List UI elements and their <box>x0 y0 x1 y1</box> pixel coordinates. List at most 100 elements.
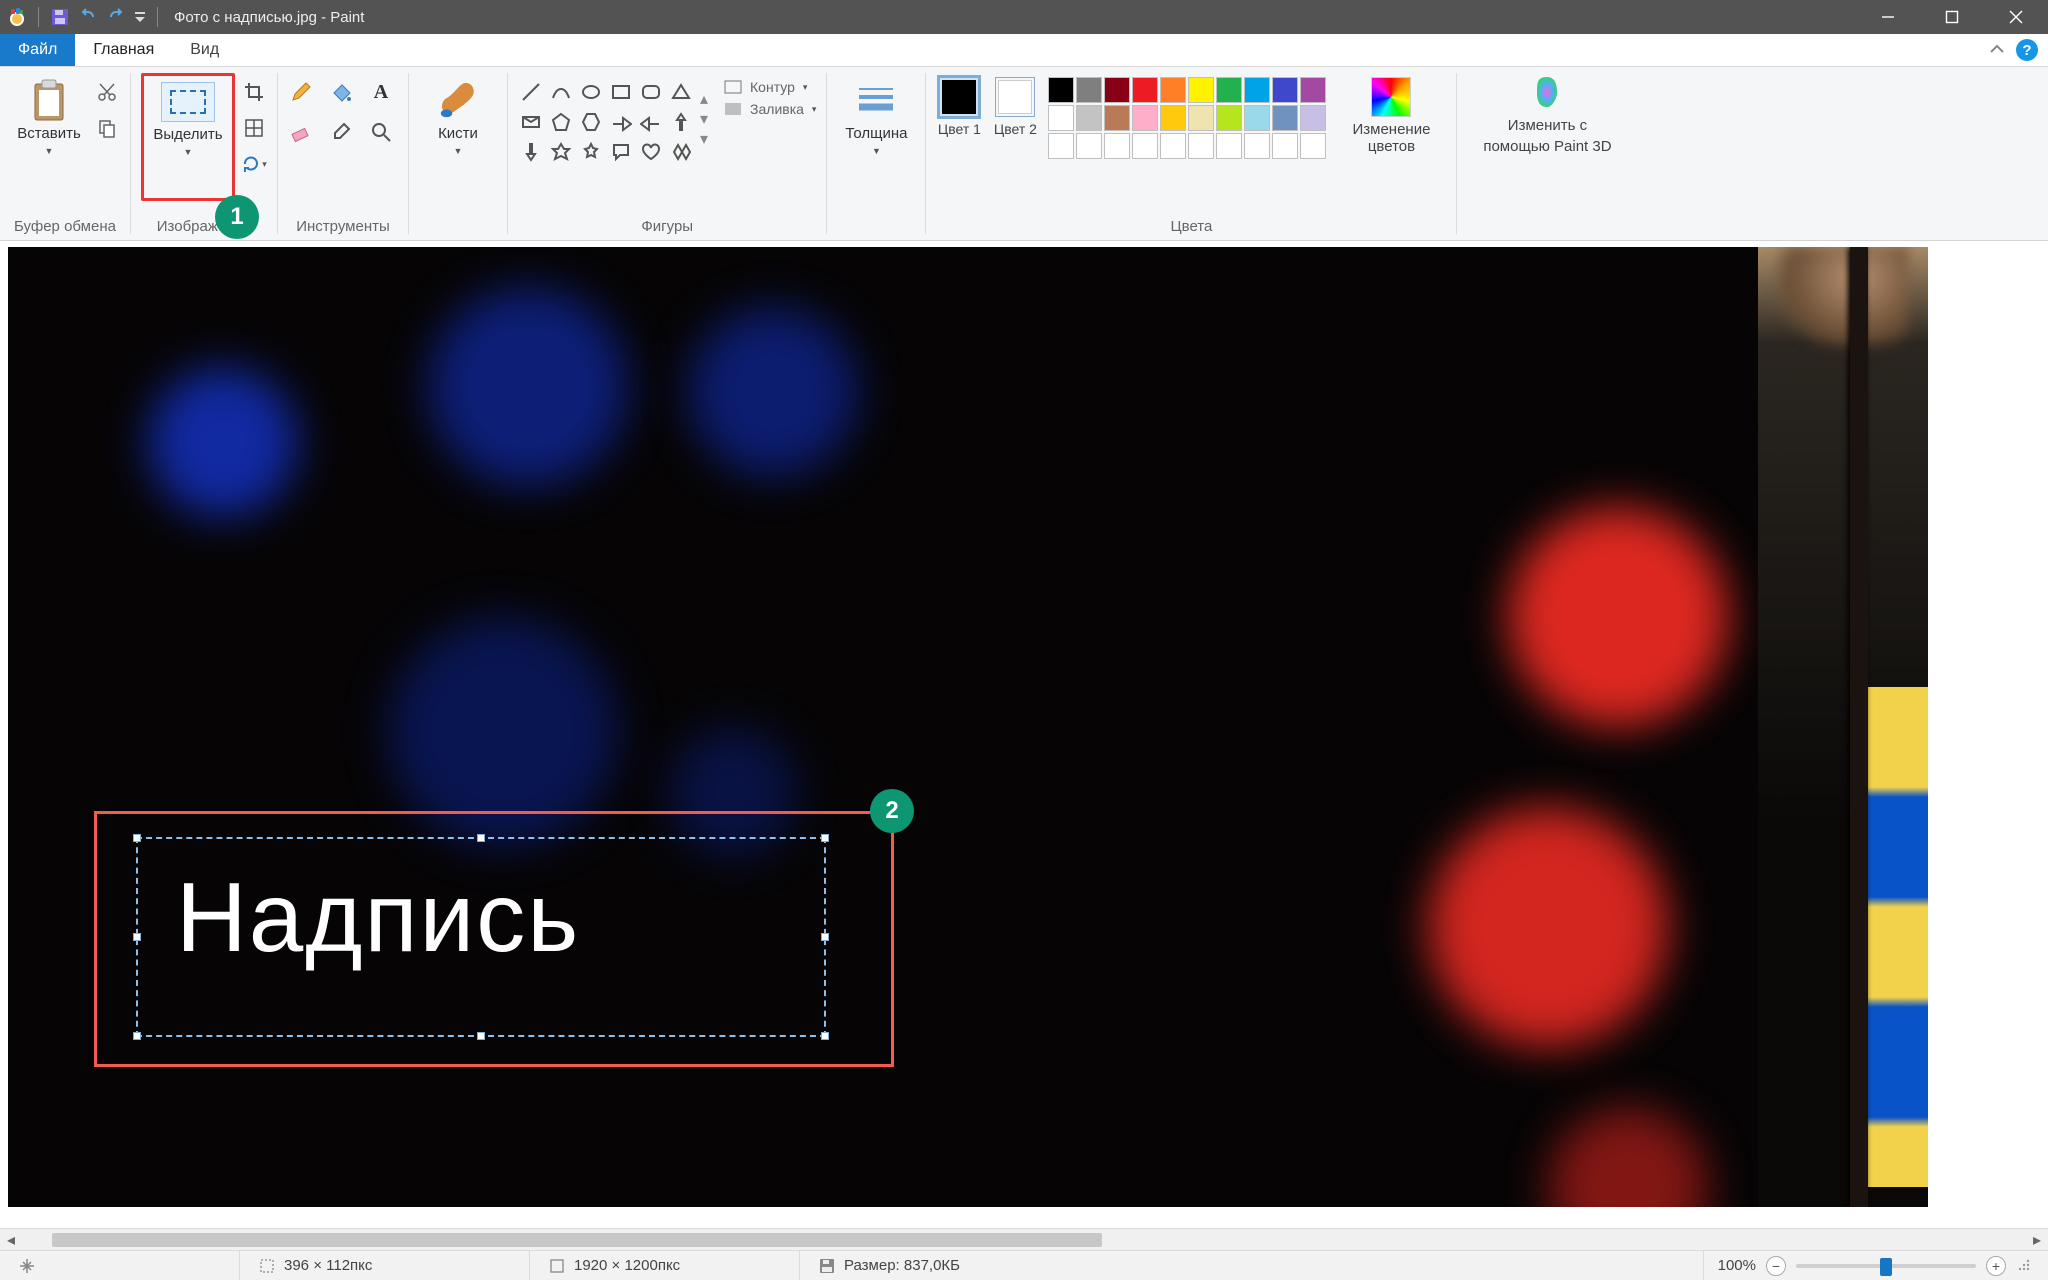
scroll-left-icon[interactable]: ◂ <box>0 1229 22 1251</box>
palette-swatch[interactable] <box>1048 105 1074 131</box>
scroll-right-icon[interactable]: ▸ <box>2026 1229 2048 1251</box>
palette-swatch-empty[interactable] <box>1300 133 1326 159</box>
ribbon: Вставить ▼ Буфер обмена Выделить ▼ <box>0 67 2048 241</box>
shape-gallery[interactable] <box>518 73 694 165</box>
group-tools-label: Инструменты <box>296 212 390 240</box>
magnifier-icon[interactable] <box>368 119 394 145</box>
status-bar: 396 × 112пкс 1920 × 1200пкс Размер: 837,… <box>0 1250 2048 1280</box>
group-tools: A Инструменты <box>278 67 408 240</box>
work-area: Надпись 2 <box>0 241 2048 1228</box>
palette-swatch[interactable] <box>1300 105 1326 131</box>
shape-scroll-up-icon[interactable]: ▴ <box>700 89 708 109</box>
shape-scroll-down-icon[interactable]: ▾ <box>700 109 708 129</box>
palette-swatch[interactable] <box>1076 77 1102 103</box>
group-thickness: Толщина ▼ . <box>827 67 925 240</box>
palette-swatch[interactable] <box>1104 105 1130 131</box>
thickness-button[interactable]: Толщина ▼ <box>837 73 915 201</box>
palette-swatch[interactable] <box>1188 105 1214 131</box>
palette-swatch[interactable] <box>1300 77 1326 103</box>
color2-button[interactable]: Цвет 2 <box>992 77 1038 137</box>
palette-swatch-empty[interactable] <box>1272 133 1298 159</box>
palette-swatch[interactable] <box>1048 77 1074 103</box>
scroll-thumb[interactable] <box>52 1233 1102 1247</box>
image-edge <box>1758 247 1928 1207</box>
zoom-in-button[interactable]: + <box>1986 1256 2006 1276</box>
chevron-down-icon: ▼ <box>184 147 193 157</box>
picker-icon[interactable] <box>328 119 354 145</box>
eraser-icon[interactable] <box>288 119 314 145</box>
status-file-size: Размер: 837,0КБ <box>800 1251 1704 1280</box>
palette-swatch[interactable] <box>1104 77 1130 103</box>
palette-swatch[interactable] <box>1132 77 1158 103</box>
zoom-out-button[interactable]: − <box>1766 1256 1786 1276</box>
palette-swatch[interactable] <box>1076 105 1102 131</box>
rainbow-icon <box>1371 77 1411 117</box>
horizontal-scrollbar[interactable]: ◂ ▸ <box>0 1228 2048 1250</box>
select-label: Выделить <box>153 126 222 143</box>
resize-icon[interactable] <box>241 115 267 141</box>
annotation-badge-2: 2 <box>870 789 914 833</box>
palette-swatch-empty[interactable] <box>1104 133 1130 159</box>
group-image: Выделить ▼ ▾ Изображение 1 <box>131 67 277 240</box>
edit-colors-button[interactable]: Изменение цветов <box>1336 77 1446 155</box>
chevron-down-icon: ▼ <box>45 146 54 156</box>
save-icon[interactable] <box>49 6 71 28</box>
cut-icon[interactable] <box>94 79 120 105</box>
help-button[interactable]: ? <box>2016 39 2038 61</box>
paste-button[interactable]: Вставить ▼ <box>10 73 88 201</box>
palette-swatch[interactable] <box>1188 77 1214 103</box>
rotate-icon[interactable]: ▾ <box>241 151 267 177</box>
brushes-button[interactable]: Кисти ▼ <box>419 73 497 201</box>
paint3d-button[interactable]: Изменить с помощью Paint 3D <box>1467 73 1627 155</box>
palette-swatch-empty[interactable] <box>1048 133 1074 159</box>
palette-swatch-empty[interactable] <box>1076 133 1102 159</box>
fill-icon[interactable] <box>328 79 354 105</box>
close-button[interactable] <box>1984 0 2048 34</box>
undo-icon[interactable] <box>77 6 99 28</box>
palette-swatch[interactable] <box>1160 105 1186 131</box>
title-bar: Фото с надписью.jpg - Paint <box>0 0 2048 34</box>
fill-button[interactable]: Заливка▾ <box>724 101 816 117</box>
chevron-down-icon: ▼ <box>872 146 881 156</box>
palette-swatch[interactable] <box>1132 105 1158 131</box>
zoom-slider[interactable] <box>1796 1264 1976 1268</box>
group-shapes-label: Фигуры <box>641 212 693 240</box>
maximize-button[interactable] <box>1920 0 1984 34</box>
collapse-ribbon-icon[interactable] <box>1988 41 2006 59</box>
zoom-value: 100% <box>1718 1257 1756 1274</box>
copy-icon[interactable] <box>94 115 120 141</box>
qat-customize-icon[interactable] <box>133 6 147 28</box>
annotation-box-1: Выделить ▼ <box>141 73 235 201</box>
resize-grip-icon[interactable] <box>2016 1257 2034 1275</box>
palette-swatch[interactable] <box>1216 77 1242 103</box>
palette-swatch-empty[interactable] <box>1188 133 1214 159</box>
palette-swatch-empty[interactable] <box>1216 133 1242 159</box>
group-clipboard-label: Буфер обмена <box>14 212 116 240</box>
redo-icon[interactable] <box>105 6 127 28</box>
text-icon[interactable]: A <box>368 79 394 105</box>
color-palette[interactable] <box>1048 77 1326 159</box>
tab-home[interactable]: Главная <box>75 34 172 66</box>
palette-swatch-empty[interactable] <box>1160 133 1186 159</box>
palette-swatch-empty[interactable] <box>1132 133 1158 159</box>
select-button[interactable]: Выделить ▼ <box>146 78 230 196</box>
group-colors-label: Цвета <box>1171 212 1213 240</box>
palette-swatch[interactable] <box>1244 77 1270 103</box>
outline-button[interactable]: Контур▾ <box>724 79 816 95</box>
crop-icon[interactable] <box>241 79 267 105</box>
palette-swatch[interactable] <box>1160 77 1186 103</box>
selection-size-icon <box>258 1257 276 1275</box>
color1-button[interactable]: Цвет 1 <box>936 77 982 137</box>
shape-expand-icon[interactable]: ▾ <box>700 129 708 149</box>
palette-swatch[interactable] <box>1272 77 1298 103</box>
palette-swatch[interactable] <box>1272 105 1298 131</box>
palette-swatch[interactable] <box>1216 105 1242 131</box>
tab-file[interactable]: Файл <box>0 34 75 66</box>
canvas[interactable]: Надпись <box>8 247 1928 1207</box>
group-clipboard: Вставить ▼ Буфер обмена <box>0 67 130 240</box>
palette-swatch-empty[interactable] <box>1244 133 1270 159</box>
palette-swatch[interactable] <box>1244 105 1270 131</box>
pencil-icon[interactable] <box>288 79 314 105</box>
tab-view[interactable]: Вид <box>172 34 237 66</box>
minimize-button[interactable] <box>1856 0 1920 34</box>
